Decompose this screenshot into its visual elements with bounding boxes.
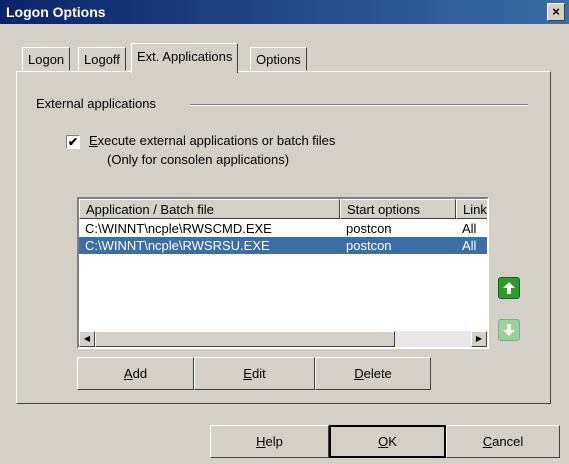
execute-checkbox-label[interactable]: Execute external applications or batch f… [89,133,335,148]
window-title: Logon Options [6,4,106,20]
list-row[interactable]: C:\WINNT\ncple\RWSCMD.EXE postcon All [79,220,487,237]
horizontal-scrollbar[interactable]: ◀ ▶ [79,331,487,347]
ok-button[interactable]: OK [329,425,446,458]
cancel-button[interactable]: Cancel [446,425,560,458]
move-up-button[interactable] [498,277,520,299]
down-arrow-icon [503,324,515,336]
title-bar: Logon Options × [0,0,569,24]
row-link: All [462,238,477,253]
up-arrow-icon [503,282,515,294]
tab-logoff[interactable]: Logoff [78,47,126,71]
column-header-link[interactable]: Link [456,199,487,219]
tab-ext-applications[interactable]: Ext. Applications [131,43,239,73]
execute-checkbox[interactable]: ✔ [66,135,80,149]
tab-logon[interactable]: Logon [22,47,71,71]
row-link: All [462,221,477,236]
column-header-start-options[interactable]: Start options [340,199,456,219]
applications-list[interactable]: Application / Batch file Start options L… [77,197,489,349]
group-divider [190,104,528,106]
list-row-selected[interactable]: C:\WINNT\ncple\RWSRSU.EXE postcon All [79,237,487,254]
left-arrow-icon[interactable]: ◀ [79,331,95,347]
add-button[interactable]: Add [77,357,194,390]
execute-checkbox-note: (Only for consolen applications) [107,152,290,167]
tab-options[interactable]: Options [250,47,307,71]
row-application: C:\WINNT\ncple\RWSRSU.EXE [85,238,270,253]
help-button[interactable]: Help [210,425,329,458]
row-start-options: postcon [346,221,392,236]
close-button[interactable]: × [547,3,565,21]
row-application: C:\WINNT\ncple\RWSCMD.EXE [85,221,272,236]
delete-button[interactable]: Delete [315,357,431,390]
group-title: External applications [36,96,160,111]
scrollbar-thumb[interactable] [95,331,395,347]
edit-button[interactable]: Edit [194,357,315,390]
row-start-options: postcon [346,238,392,253]
right-arrow-icon[interactable]: ▶ [471,331,487,347]
column-header-application[interactable]: Application / Batch file [79,199,340,219]
move-down-button[interactable] [498,319,520,341]
